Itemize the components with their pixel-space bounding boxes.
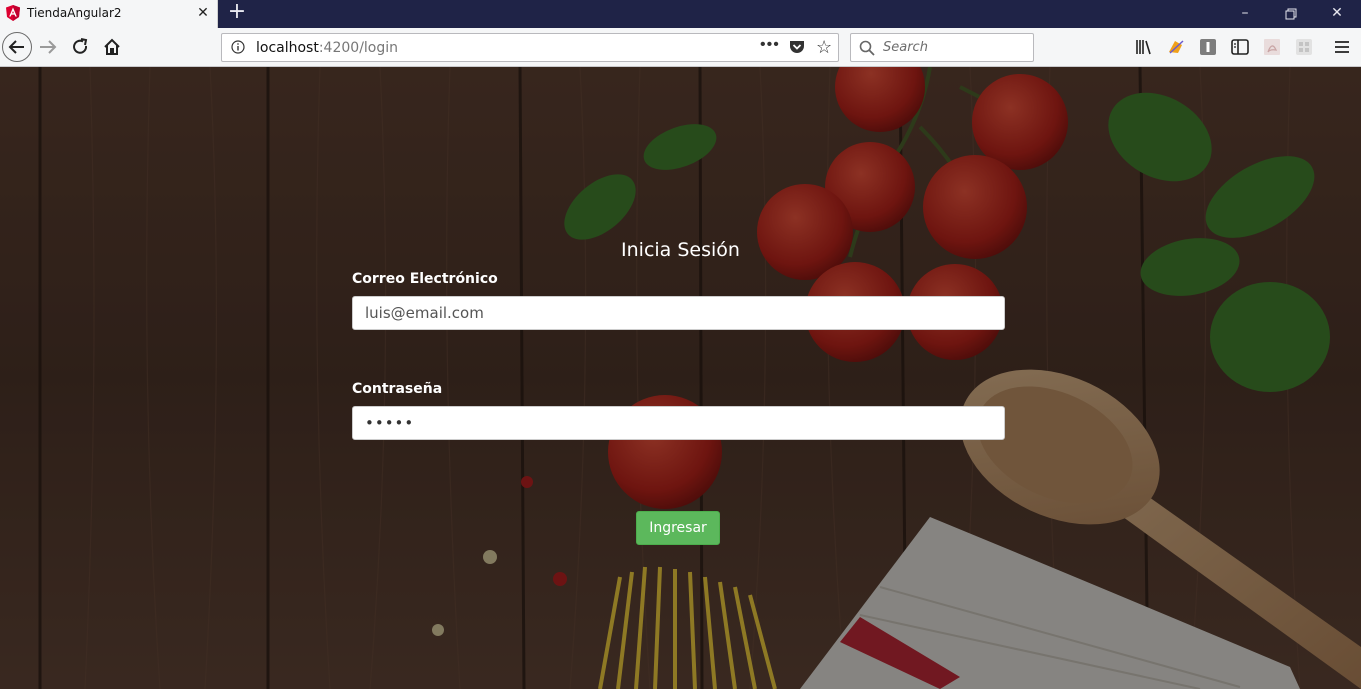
email-label: Correo Electrónico (352, 271, 498, 287)
close-tab-icon[interactable]: ✕ (196, 5, 210, 19)
password-field[interactable] (352, 406, 1005, 440)
restore-icon[interactable] (1268, 0, 1314, 28)
forward-icon[interactable] (34, 33, 62, 61)
bookmark-star-icon[interactable]: ☆ (816, 37, 832, 58)
menu-icon[interactable] (1332, 37, 1352, 57)
search-bar[interactable]: Search (850, 33, 1034, 62)
new-tab-icon[interactable]: + (226, 1, 248, 24)
search-icon (859, 40, 875, 56)
search-placeholder: Search (883, 40, 928, 55)
login-page: Inicia Sesión Correo Electrónico Contras… (0, 67, 1361, 689)
reader-extension-icon[interactable] (1198, 37, 1218, 57)
minimize-icon[interactable]: – (1222, 0, 1268, 28)
grid-extension-icon[interactable] (1294, 37, 1314, 57)
tab-title: TiendaAngular2 (27, 6, 122, 20)
back-icon[interactable] (2, 32, 32, 62)
dark-overlay (0, 67, 1361, 689)
url-host: localhost (256, 40, 319, 56)
password-label: Contraseña (352, 381, 443, 397)
pocket-icon[interactable] (789, 40, 805, 55)
page-actions-icon[interactable]: ••• (760, 36, 780, 54)
browser-tab[interactable]: TiendaAngular2 ✕ (0, 0, 218, 28)
submit-button[interactable]: Ingresar (636, 511, 720, 545)
library-icon[interactable] (1134, 37, 1154, 57)
extension-icon[interactable] (1166, 37, 1186, 57)
home-icon[interactable] (98, 33, 126, 61)
sidebar-icon[interactable] (1230, 37, 1250, 57)
login-title: Inicia Sesión (621, 239, 740, 261)
browser-titlebar: TiendaAngular2 ✕ + – ✕ (0, 0, 1361, 28)
close-window-icon[interactable]: ✕ (1314, 0, 1360, 28)
url-text[interactable]: localhost:4200/login (256, 40, 398, 56)
angular-favicon-icon (6, 5, 20, 21)
url-path: :4200/login (318, 40, 399, 56)
reload-icon[interactable] (66, 33, 94, 61)
info-icon[interactable] (231, 40, 245, 54)
email-field[interactable] (352, 296, 1005, 330)
browser-toolbar: localhost:4200/login ••• ☆ Search (0, 28, 1361, 67)
pdf-extension-icon[interactable] (1262, 37, 1282, 57)
address-bar[interactable]: localhost:4200/login ••• ☆ (221, 33, 839, 62)
